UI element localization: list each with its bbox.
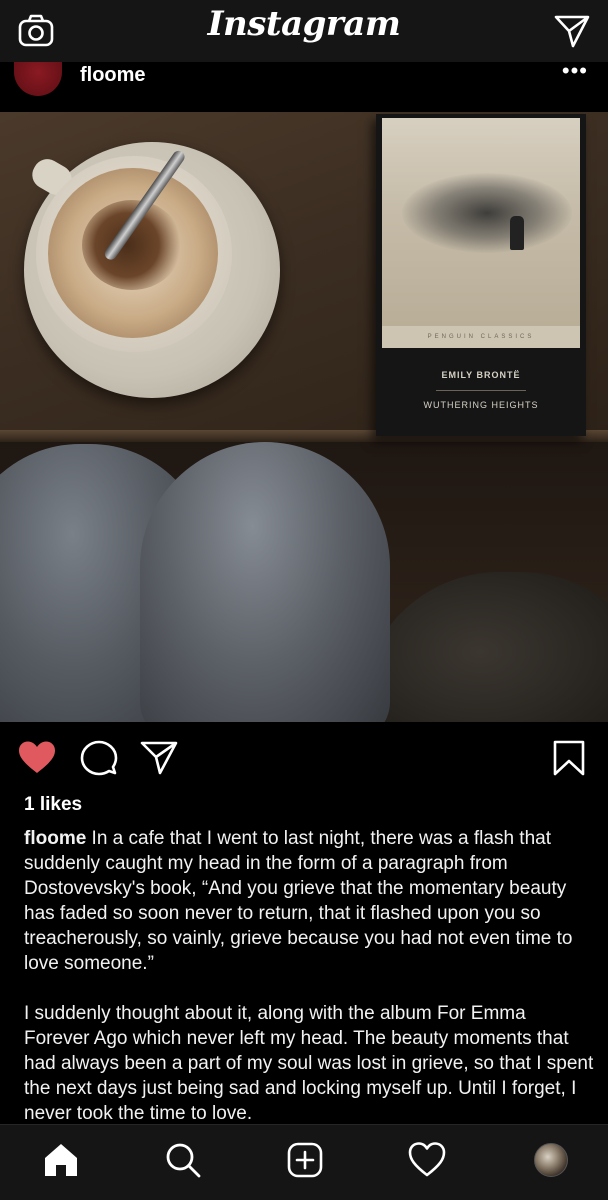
right-knee bbox=[140, 442, 390, 722]
likes-count[interactable]: 1 likes bbox=[24, 794, 82, 816]
heart-icon[interactable] bbox=[18, 740, 56, 776]
post-photo[interactable]: PENGUIN CLASSICS EMILY BRONTË WUTHERING … bbox=[0, 112, 608, 722]
book-cover: PENGUIN CLASSICS EMILY BRONTË WUTHERING … bbox=[376, 114, 586, 436]
app-logo: Instagram bbox=[207, 4, 401, 44]
post-header: floome ••• bbox=[0, 60, 608, 112]
activity-heart-icon[interactable] bbox=[408, 1141, 446, 1179]
book-cover-art bbox=[382, 118, 580, 326]
post-username[interactable]: floome bbox=[80, 62, 146, 88]
more-options-icon[interactable]: ••• bbox=[562, 60, 588, 82]
caption-paragraph-1: floome In a cafe that I went to last nig… bbox=[24, 826, 596, 976]
paper-plane-icon[interactable] bbox=[554, 14, 590, 48]
cover-figures bbox=[510, 216, 524, 250]
comment-icon[interactable] bbox=[80, 740, 118, 776]
caption-text-1: In a cafe that I went to last night, the… bbox=[24, 828, 573, 974]
search-icon[interactable] bbox=[164, 1141, 202, 1179]
post-actions bbox=[0, 722, 608, 794]
caption-paragraph-2: I suddenly thought about it, along with … bbox=[24, 1003, 594, 1124]
top-bar: Instagram bbox=[0, 0, 608, 62]
profile-avatar[interactable] bbox=[534, 1143, 568, 1177]
home-icon[interactable] bbox=[42, 1141, 80, 1179]
new-post-icon[interactable] bbox=[286, 1141, 324, 1179]
share-icon[interactable] bbox=[140, 740, 178, 776]
publisher-band: PENGUIN CLASSICS bbox=[382, 326, 580, 348]
cover-painting bbox=[402, 173, 572, 253]
book-divider bbox=[436, 390, 526, 391]
post-caption: floome In a cafe that I went to last nig… bbox=[24, 826, 596, 1126]
book-title: WUTHERING HEIGHTS bbox=[423, 400, 539, 410]
bookmark-icon[interactable] bbox=[552, 740, 586, 776]
avatar[interactable] bbox=[14, 62, 62, 96]
book-author: EMILY BRONTË bbox=[441, 370, 521, 380]
bottom-nav bbox=[0, 1124, 608, 1200]
caption-username[interactable]: floome bbox=[24, 828, 86, 849]
